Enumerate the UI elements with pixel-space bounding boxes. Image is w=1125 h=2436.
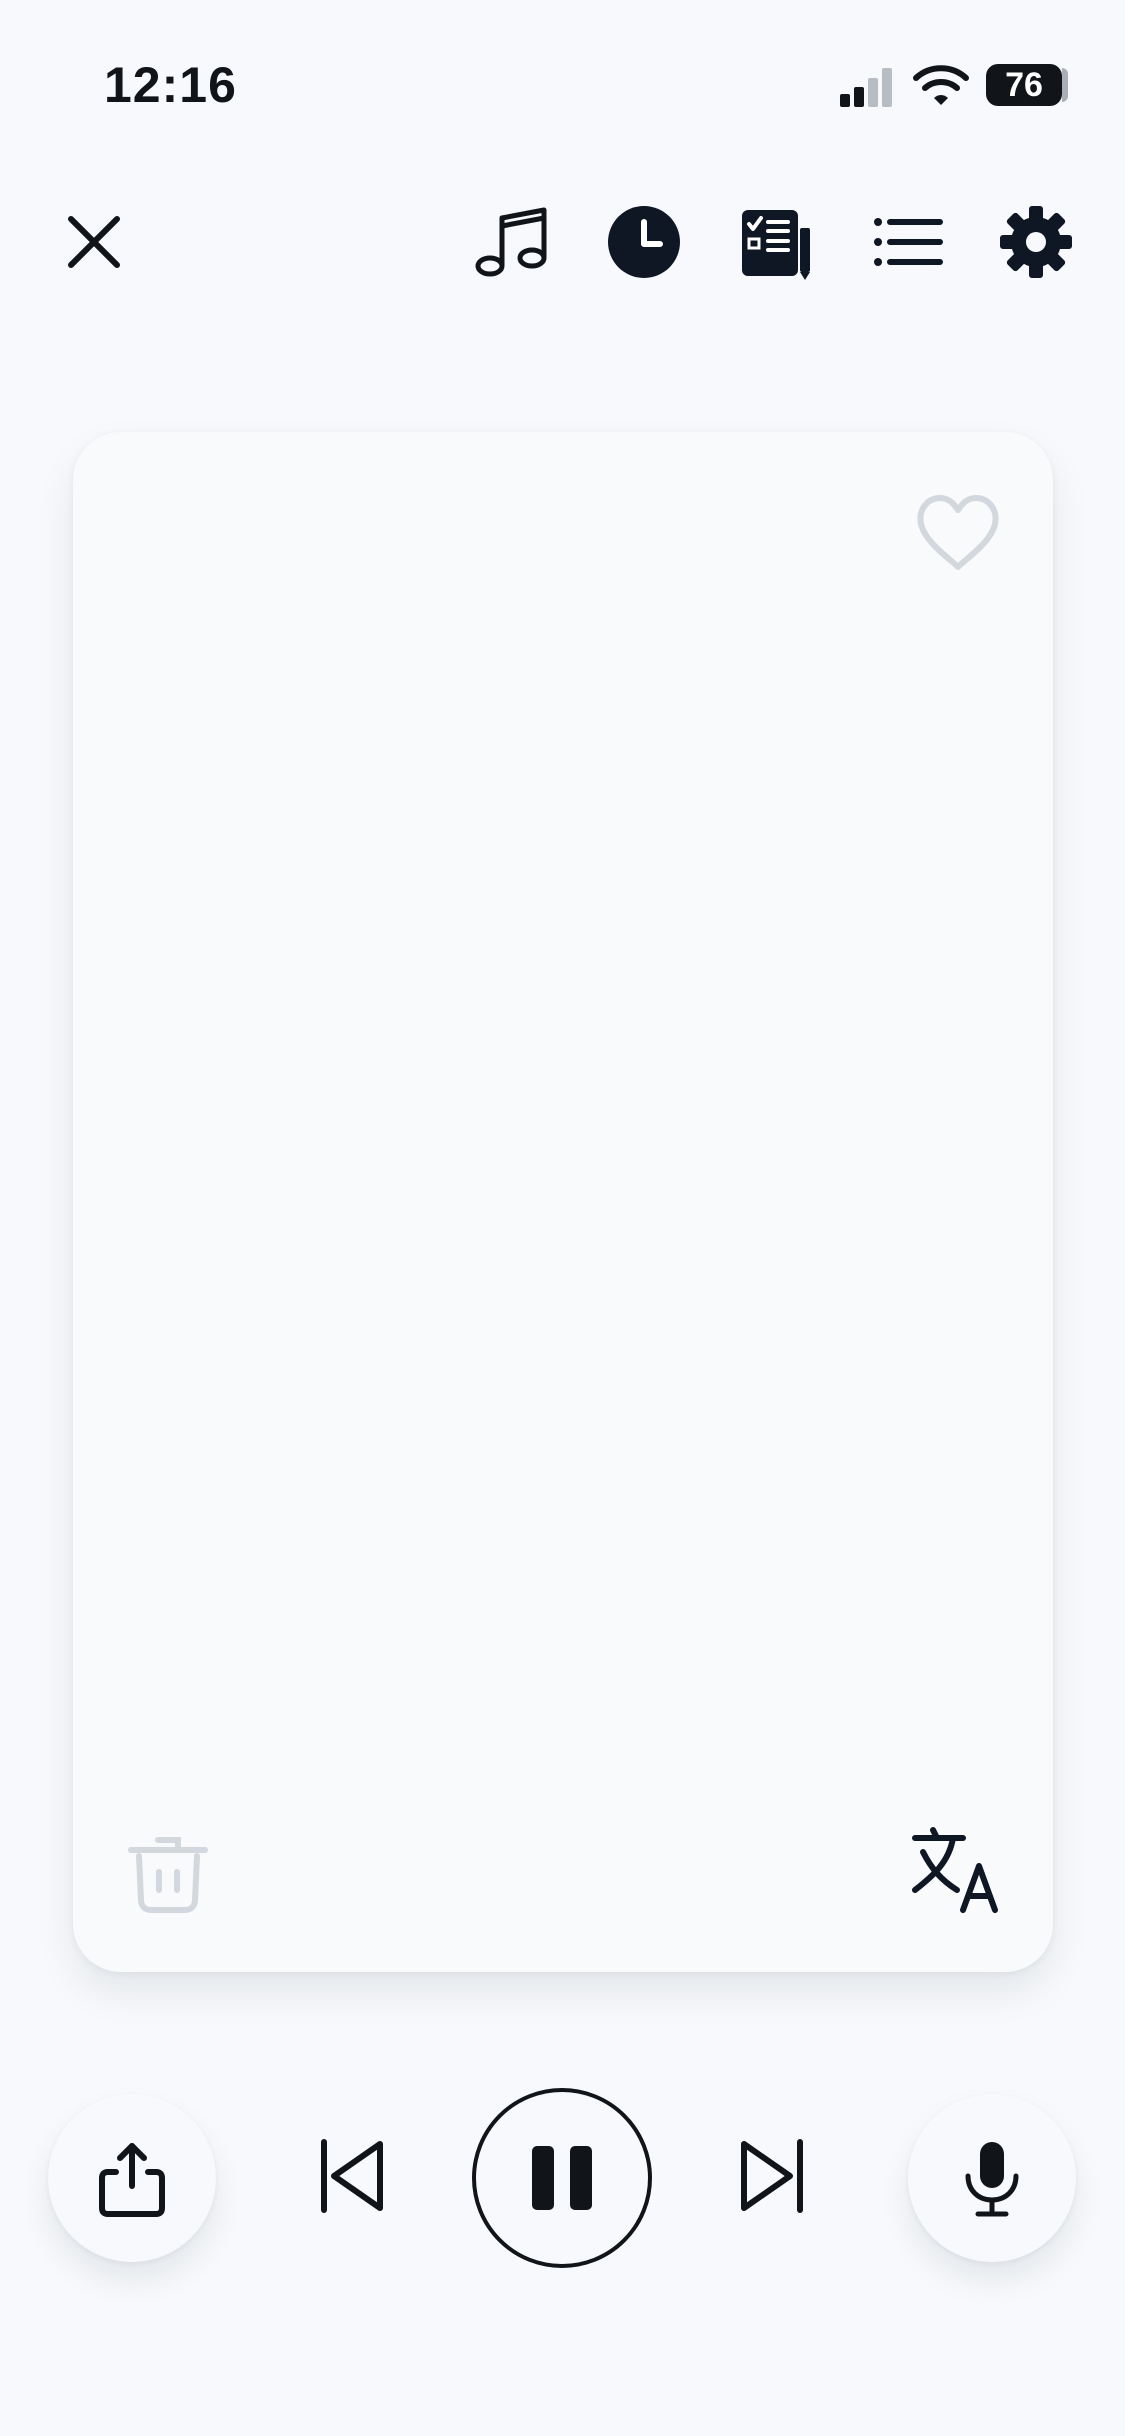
music-note-icon[interactable] <box>474 204 550 280</box>
list-icon[interactable] <box>870 204 946 280</box>
battery-level: 76 <box>986 64 1062 106</box>
status-time: 12:16 <box>104 57 237 113</box>
gear-icon[interactable] <box>998 204 1074 280</box>
wifi-icon <box>912 60 970 110</box>
microphone-icon <box>965 2142 1019 2217</box>
document-checklist-icon[interactable] <box>738 204 814 280</box>
clock-icon[interactable] <box>606 204 682 280</box>
battery-cap <box>1062 68 1068 102</box>
status-bar: 12:16 76 <box>0 0 1125 150</box>
heart-icon[interactable] <box>913 488 1003 578</box>
translate-icon[interactable] <box>911 1826 1001 1916</box>
close-icon[interactable] <box>56 204 132 280</box>
content-card <box>73 432 1053 1972</box>
microphone-button[interactable] <box>908 2094 1076 2262</box>
skip-forward-icon[interactable] <box>734 2136 808 2216</box>
pause-button[interactable] <box>470 2086 654 2270</box>
skip-back-icon[interactable] <box>316 2136 390 2216</box>
pause-icon <box>472 2088 652 2268</box>
trash-icon[interactable] <box>123 1830 213 1920</box>
share-button[interactable] <box>48 2094 216 2262</box>
signal-icon <box>838 60 896 110</box>
share-icon <box>99 2143 165 2217</box>
